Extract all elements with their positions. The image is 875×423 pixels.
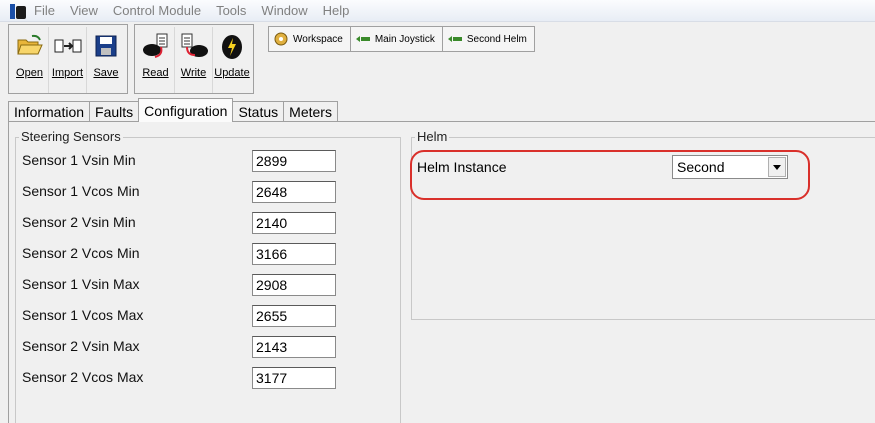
helm-title: Helm — [415, 129, 450, 144]
sensor-1-vsin-min-label: Sensor 1 Vsin Min — [22, 152, 136, 168]
sensor-2-vsin-min-field[interactable]: 2140 — [252, 212, 336, 234]
import-icon — [53, 31, 83, 61]
app-logo-icon — [10, 3, 26, 19]
write-device-icon — [179, 31, 209, 61]
menu-window[interactable]: Window — [261, 3, 307, 18]
update-button-label: Update — [214, 67, 250, 79]
tab-bar: Information Faults Configuration Status … — [8, 98, 338, 122]
workspace-icon — [273, 32, 289, 46]
steering-sensors-group: Steering Sensors Sensor 1 Vsin Min 2899 … — [15, 129, 401, 423]
sensor-2-vsin-max-label: Sensor 2 Vsin Max — [22, 338, 140, 354]
menu-control-module[interactable]: Control Module — [113, 3, 201, 18]
sensor-1-vcos-max-field[interactable]: 2655 — [252, 305, 336, 327]
sensor-2-vcos-min-field[interactable]: 3166 — [252, 243, 336, 265]
sensor-2-vcos-max-field[interactable]: 3177 — [252, 367, 336, 389]
save-button-label: Save — [93, 67, 119, 79]
joystick-icon — [355, 33, 371, 45]
file-button-group: Open Import Save — [8, 24, 128, 94]
write-button[interactable]: Write — [175, 27, 213, 93]
sensor-1-vcos-min-field[interactable]: 2648 — [252, 181, 336, 203]
menu-help[interactable]: Help — [323, 3, 350, 18]
read-button[interactable]: Read — [137, 27, 175, 93]
helm-icon — [447, 33, 463, 45]
write-button-label: Write — [180, 67, 207, 79]
save-button[interactable]: Save — [87, 27, 125, 93]
toolbar: Open Import Save Read Write Update Works… — [8, 24, 535, 94]
import-button[interactable]: Import — [49, 27, 87, 93]
sensor-2-vcos-max-label: Sensor 2 Vcos Max — [22, 369, 144, 385]
menu-file[interactable]: File — [34, 3, 55, 18]
menu-bar: File View Control Module Tools Window He… — [0, 0, 875, 22]
read-button-label: Read — [142, 67, 169, 79]
second-helm-button[interactable]: Second Helm — [442, 27, 534, 51]
tab-configuration[interactable]: Configuration — [138, 98, 234, 122]
floppy-disk-icon — [91, 31, 121, 61]
tab-faults[interactable]: Faults — [89, 101, 140, 122]
main-joystick-button[interactable]: Main Joystick — [350, 27, 443, 51]
second-helm-button-label: Second Helm — [466, 33, 527, 45]
tab-meters[interactable]: Meters — [283, 101, 338, 122]
menu-view[interactable]: View — [70, 3, 98, 18]
tab-status[interactable]: Status — [232, 101, 285, 122]
menu-tools[interactable]: Tools — [216, 3, 246, 18]
open-button[interactable]: Open — [11, 27, 49, 93]
folder-open-icon — [15, 31, 45, 61]
update-device-icon — [217, 31, 247, 61]
helm-instance-highlight — [410, 150, 810, 200]
sensor-2-vsin-max-field[interactable]: 2143 — [252, 336, 336, 358]
read-device-icon — [141, 31, 171, 61]
import-button-label: Import — [51, 67, 84, 79]
main-joystick-button-label: Main Joystick — [374, 33, 435, 45]
steering-sensors-title: Steering Sensors — [19, 129, 123, 144]
workspace-button[interactable]: Workspace — [269, 27, 351, 51]
sensor-1-vcos-max-label: Sensor 1 Vcos Max — [22, 307, 144, 323]
sensor-2-vcos-min-label: Sensor 2 Vcos Min — [22, 245, 140, 261]
sensor-1-vsin-min-field[interactable]: 2899 — [252, 150, 336, 172]
tab-information[interactable]: Information — [8, 101, 91, 122]
sensor-1-vsin-max-field[interactable]: 2908 — [252, 274, 336, 296]
sensor-1-vcos-min-label: Sensor 1 Vcos Min — [22, 183, 140, 199]
update-button[interactable]: Update — [213, 27, 251, 93]
open-button-label: Open — [16, 67, 43, 79]
sensor-1-vsin-max-label: Sensor 1 Vsin Max — [22, 276, 140, 292]
view-button-group: Workspace Main Joystick Second Helm — [268, 26, 535, 52]
device-button-group: Read Write Update — [134, 24, 254, 94]
sensor-2-vsin-min-label: Sensor 2 Vsin Min — [22, 214, 136, 230]
workspace-button-label: Workspace — [293, 33, 343, 45]
